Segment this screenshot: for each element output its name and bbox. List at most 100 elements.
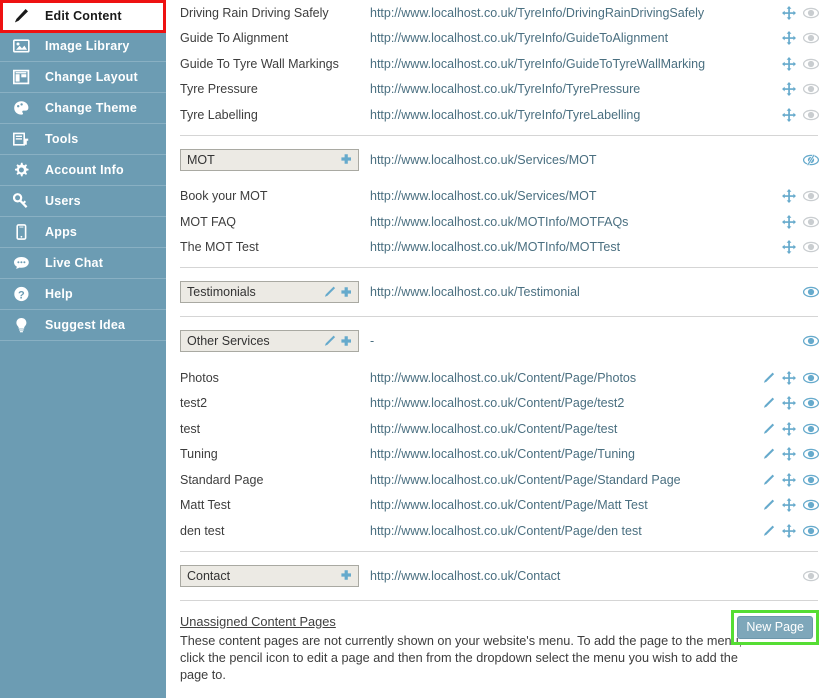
page-url: http://www.localhost.co.uk/Content/Page/…: [370, 523, 642, 538]
layout-icon: [13, 69, 39, 85]
eye-icon-blue[interactable]: [803, 286, 819, 298]
move-icon[interactable]: [782, 214, 796, 229]
section-header-box[interactable]: Testimonials: [180, 281, 359, 303]
sidebar-item-tools[interactable]: Tools: [0, 124, 166, 155]
section-title: Contact: [187, 568, 231, 583]
page-name: test2: [180, 396, 208, 411]
eye-icon-gray[interactable]: [803, 58, 819, 70]
section-header-row: Contact http://www.localhost.co.uk/Contac…: [166, 559, 830, 593]
row-spacer: [166, 358, 830, 365]
unassigned-content-pages-link[interactable]: Unassigned Content Pages: [180, 614, 336, 629]
sidebar-item-change-layout[interactable]: Change Layout: [0, 62, 166, 93]
move-icon[interactable]: [782, 56, 796, 71]
section-title: MOT: [187, 152, 215, 167]
page-row: den test http://www.localhost.co.uk/Conte…: [166, 518, 830, 544]
pencil-icon[interactable]: [323, 335, 336, 347]
move-icon[interactable]: [782, 370, 796, 385]
sidebar-item-live-chat[interactable]: Live Chat: [0, 248, 166, 279]
move-icon[interactable]: [782, 107, 796, 122]
eye-icon-gray[interactable]: [803, 570, 819, 582]
eye-icon-gray[interactable]: [803, 109, 819, 121]
page-url: http://www.localhost.co.uk/MOTInfo/MOTFA…: [370, 214, 629, 229]
move-icon[interactable]: [782, 396, 796, 411]
plus-icon[interactable]: [339, 569, 353, 582]
section-header-box[interactable]: Contact: [180, 564, 359, 587]
section-header-icons: [323, 335, 353, 348]
page-row: MOT FAQ http://www.localhost.co.uk/MOTInf…: [166, 209, 830, 235]
eye-icon-blue[interactable]: [803, 397, 819, 409]
move-icon[interactable]: [782, 472, 796, 487]
eye-slash-icon-blue[interactable]: [803, 153, 819, 166]
new-page-button[interactable]: New Page: [737, 615, 813, 639]
eye-icon-gray[interactable]: [803, 241, 819, 253]
move-icon[interactable]: [782, 82, 796, 97]
row-actions: [756, 5, 830, 20]
sidebar-item-help[interactable]: ? Help: [0, 279, 166, 310]
eye-icon-gray[interactable]: [803, 32, 819, 44]
sidebar-item-account-info[interactable]: Account Info: [0, 155, 166, 186]
pencil-icon[interactable]: [762, 474, 775, 486]
row-actions: [756, 370, 830, 385]
sidebar-item-apps[interactable]: Apps: [0, 217, 166, 248]
eye-icon-blue[interactable]: [803, 372, 819, 384]
plus-icon[interactable]: [339, 335, 353, 348]
eye-icon-blue[interactable]: [803, 335, 819, 347]
plus-icon[interactable]: [339, 153, 353, 166]
section-header-box[interactable]: MOT: [180, 148, 359, 171]
pencil-icon[interactable]: [762, 423, 775, 435]
eye-icon-blue[interactable]: [803, 423, 819, 435]
page-row: Guide To Tyre Wall Markings http://www.lo…: [166, 51, 830, 77]
row-actions: [756, 107, 830, 122]
sidebar-item-change-theme[interactable]: Change Theme: [0, 93, 166, 124]
section-title: Other Services: [187, 334, 270, 348]
page-row: Matt Test http://www.localhost.co.uk/Cont…: [166, 493, 830, 519]
move-icon[interactable]: [782, 523, 796, 538]
eye-icon-blue[interactable]: [803, 448, 819, 460]
sidebar-item-label: Change Theme: [45, 101, 137, 115]
sidebar-item-edit-content[interactable]: Edit Content: [0, 0, 166, 31]
row-actions: [756, 240, 830, 255]
page-row: Driving Rain Driving Safely http://www.lo…: [166, 0, 830, 26]
page-row: Tyre Pressure http://www.localhost.co.uk/…: [166, 77, 830, 103]
eye-icon-blue[interactable]: [803, 525, 819, 537]
page-name: Tyre Labelling: [180, 107, 258, 122]
unassigned-pages-footer: New Page Unassigned Content Pages These …: [166, 608, 830, 684]
page-url: http://www.localhost.co.uk/Content/Page/…: [370, 370, 637, 385]
sidebar-item-label: Live Chat: [45, 256, 104, 270]
eye-icon-blue[interactable]: [803, 499, 819, 511]
move-icon[interactable]: [782, 189, 796, 204]
pencil-icon[interactable]: [762, 499, 775, 511]
plus-icon[interactable]: [339, 286, 353, 299]
eye-icon-blue[interactable]: [803, 474, 819, 486]
tools-icon: [13, 131, 39, 147]
eye-icon-gray[interactable]: [803, 7, 819, 19]
section-header-box[interactable]: Other Services: [180, 330, 359, 352]
pencil-icon[interactable]: [323, 286, 336, 298]
eye-icon-gray[interactable]: [803, 83, 819, 95]
sidebar-item-suggest-idea[interactable]: Suggest Idea: [0, 310, 166, 341]
move-icon[interactable]: [782, 447, 796, 462]
page-row: Book your MOT http://www.localhost.co.uk/…: [166, 184, 830, 210]
pencil-icon[interactable]: [762, 448, 775, 460]
eye-icon-gray[interactable]: [803, 216, 819, 228]
page-url: http://www.localhost.co.uk/Content/Page/…: [370, 498, 648, 513]
pencil-icon[interactable]: [762, 372, 775, 384]
section-divider: [180, 550, 818, 552]
move-icon[interactable]: [782, 421, 796, 436]
move-icon[interactable]: [782, 5, 796, 20]
page-row: Guide To Alignment http://www.localhost.c…: [166, 26, 830, 52]
question-mark-icon: ?: [13, 286, 39, 302]
move-icon[interactable]: [782, 31, 796, 46]
page-row: test2 http://www.localhost.co.uk/Content/…: [166, 391, 830, 417]
move-icon[interactable]: [782, 240, 796, 255]
sidebar-item-image-library[interactable]: Image Library: [0, 31, 166, 62]
pencil-icon[interactable]: [762, 525, 775, 537]
pencil-icon[interactable]: [762, 397, 775, 409]
row-actions: [756, 189, 830, 204]
move-icon[interactable]: [782, 498, 796, 513]
eye-icon-gray[interactable]: [803, 190, 819, 202]
sidebar-item-users[interactable]: Users: [0, 186, 166, 217]
sidebar-item-label: Image Library: [45, 39, 130, 53]
row-actions: [756, 214, 830, 229]
pencil-icon: [13, 8, 39, 24]
